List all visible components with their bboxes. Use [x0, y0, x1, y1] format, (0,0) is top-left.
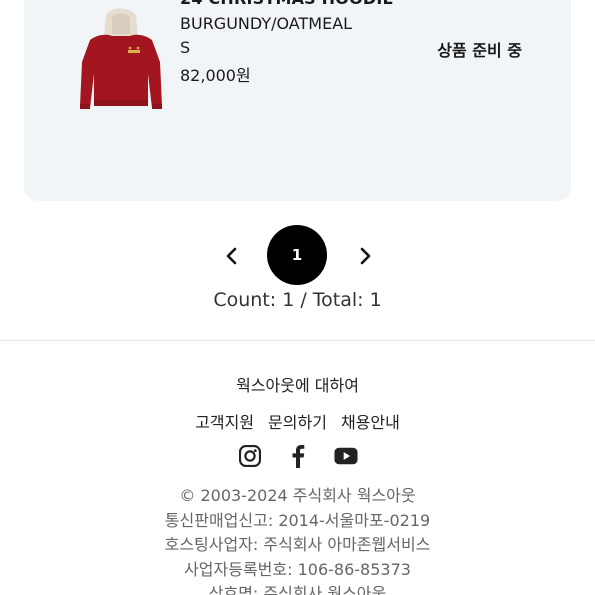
product-size: S — [180, 38, 191, 57]
customer-support-link[interactable]: 고객지원 — [195, 409, 254, 433]
order-status: 상품 준비 중 — [437, 41, 522, 60]
inquiry-link[interactable]: 문의하기 — [268, 409, 327, 433]
careers-link[interactable]: 채용안내 — [341, 409, 400, 433]
company-info: © 2003-2024 주식회사 웍스아웃 통신판매업신고: 2014-서울마포… — [0, 484, 595, 595]
chevron-right-icon — [360, 247, 371, 265]
youtube-icon[interactable] — [333, 444, 358, 468]
order-history-page: 24 CHRISTMAS HOODIE BURGUNDY/OATMEAL S 8… — [0, 0, 595, 595]
pagination-count: Count: 1 / Total: 1 — [213, 289, 382, 311]
order-item-card[interactable]: 24 CHRISTMAS HOODIE BURGUNDY/OATMEAL S 8… — [24, 0, 571, 201]
business-number-text: 사업자등록번호: 106-86-85373 — [184, 559, 411, 579]
next-page-button[interactable] — [353, 244, 377, 268]
instagram-icon[interactable] — [238, 444, 262, 468]
product-price: 82,000원 — [180, 66, 251, 85]
social-links — [0, 444, 595, 468]
current-page-number: 1 — [291, 246, 303, 264]
product-thumbnail[interactable] — [68, 4, 172, 120]
current-page-button[interactable]: 1 — [267, 225, 327, 285]
company-name-text: 상호명: 주식회사 웍스아웃 — [208, 584, 387, 595]
ecommerce-registration-text: 통신판매업신고: 2014-서울마포-0219 — [164, 510, 431, 530]
footer-divider — [0, 340, 595, 341]
product-name[interactable]: 24 CHRISTMAS HOODIE — [180, 0, 394, 8]
product-option: BURGUNDY/OATMEAL — [180, 14, 353, 33]
previous-page-button[interactable] — [220, 244, 244, 268]
chevron-left-icon — [226, 247, 237, 265]
hosting-provider-text: 호스팅사업자: 주식회사 아마존웹서비스 — [164, 535, 431, 554]
copyright-text: © 2003-2024 주식회사 웍스아웃 — [179, 486, 416, 505]
facebook-icon[interactable] — [286, 444, 310, 468]
about-link[interactable]: 웍스아웃에 대하여 — [0, 372, 595, 396]
footer-links: 고객지원 문의하기 채용안내 — [0, 409, 595, 433]
